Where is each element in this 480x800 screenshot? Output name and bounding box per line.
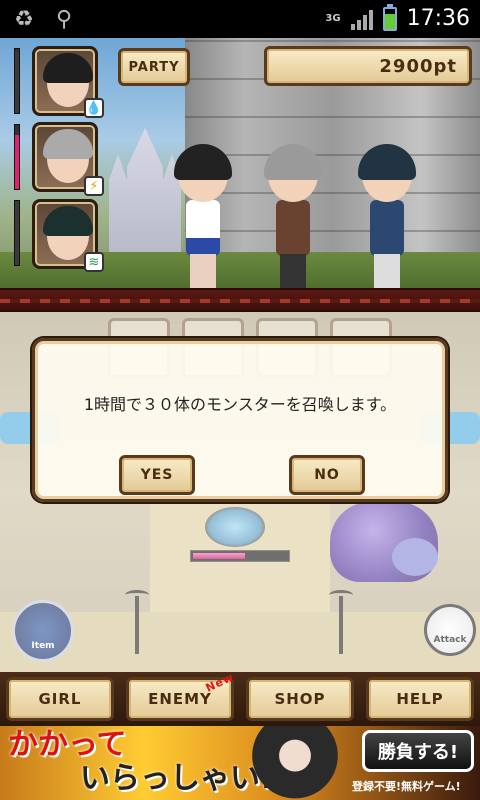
party-character-1[interactable]: [172, 144, 234, 292]
new-badge: New: [203, 670, 237, 695]
ad-character-image: [240, 726, 350, 800]
lightning-icon: ⚡: [84, 176, 104, 196]
member-3-hp-bar: [14, 200, 20, 266]
party-button[interactable]: PARTY: [118, 48, 190, 86]
nav-girl-button[interactable]: GIRL: [6, 677, 114, 721]
yes-button[interactable]: YES: [119, 455, 195, 495]
bottom-nav: GIRL ENEMY New SHOP HELP: [0, 670, 480, 726]
ad-cta-subtext: 登録不要!無料ゲーム!: [352, 780, 461, 793]
member-1-hp-bar: [14, 48, 20, 114]
nav-help-button[interactable]: HELP: [366, 677, 474, 721]
no-button[interactable]: NO: [289, 455, 365, 495]
summon-confirm-dialog: 1時間で３０体のモンスターを召喚します。 YES NO: [32, 338, 448, 502]
member-3-hp-fill: [15, 201, 19, 265]
water-drop-icon: 💧: [84, 98, 104, 118]
network-type: 3G: [325, 12, 341, 24]
party-character-3[interactable]: [356, 144, 418, 292]
signal-icon: [350, 8, 373, 30]
points-display: 2900pt: [264, 46, 472, 86]
member-2-hp-bar: [14, 124, 20, 190]
member-2-hp-fill: [15, 134, 19, 189]
battery-charging-icon: [382, 3, 397, 31]
party-character-2[interactable]: [262, 144, 324, 292]
nav-enemy-button[interactable]: ENEMY New: [126, 670, 236, 721]
ad-cta-button[interactable]: 勝負する!: [362, 730, 474, 772]
nav-enemy-label: ENEMY: [148, 690, 212, 708]
member-1-hp-fill: [15, 52, 19, 113]
nav-shop-button[interactable]: SHOP: [246, 677, 354, 721]
recycle-icon: ♻: [14, 6, 34, 32]
wind-icon: ≋: [84, 252, 104, 272]
ad-banner[interactable]: かかって いらっしゃい! 勝負する! 登録不要!無料ゲーム!: [0, 726, 480, 800]
ad-headline-line1: かかって: [8, 727, 127, 762]
dialog-message: 1時間で３０体のモンスターを召喚します。: [83, 395, 397, 414]
ornate-divider: [0, 288, 480, 312]
status-clock: 17:36: [406, 6, 470, 31]
status-bar: ♻ ⚲ 3G 17:36: [0, 0, 480, 38]
usb-icon: ⚲: [55, 6, 73, 32]
